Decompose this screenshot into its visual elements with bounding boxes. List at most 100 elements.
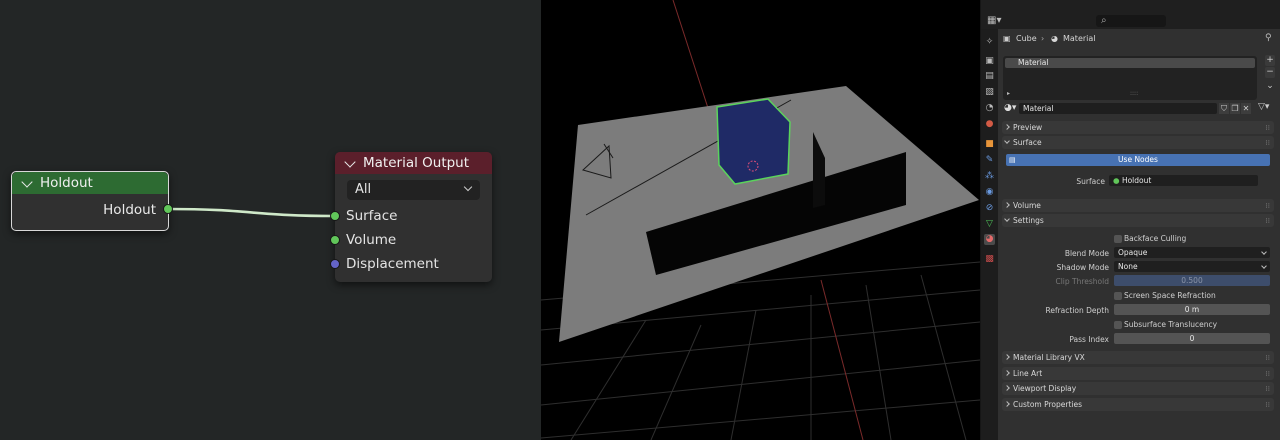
target-dropdown[interactable]: All <box>347 180 480 200</box>
volume-input-socket[interactable] <box>330 235 340 245</box>
custom-properties-panel-title: Custom Properties <box>1013 400 1083 409</box>
material-slot-name: Material <box>1018 58 1049 67</box>
surface-panel-header[interactable]: Surface ⁞⁞ <box>1002 136 1274 149</box>
holdout-node-header[interactable]: Holdout <box>12 172 168 194</box>
custom-properties-panel-header[interactable]: Custom Properties ⁞⁞ <box>1002 398 1274 411</box>
pass-index-value: 0 <box>1189 334 1195 343</box>
collapse-chevron-icon[interactable] <box>21 175 33 188</box>
drag-grip-icon[interactable]: ⁞⁞ <box>1266 122 1270 135</box>
chevron-down-icon <box>1261 263 1267 269</box>
viewport-scene[interactable] <box>541 0 980 440</box>
surface-shader-value: Holdout <box>1121 176 1152 185</box>
blend-mode-dropdown[interactable]: Opaque <box>1114 247 1270 258</box>
node-editor[interactable]: Holdout Holdout Material Output All Surf… <box>0 0 541 440</box>
holdout-output-label: Holdout <box>103 202 156 218</box>
physics-tab-icon[interactable]: ◉ <box>984 187 995 198</box>
drag-grip-icon[interactable]: ⁞⁞ <box>1266 399 1270 412</box>
drag-grip-icon[interactable]: ⁞⁞ <box>1266 200 1270 213</box>
pin-icon[interactable]: ⚲ <box>1265 33 1272 43</box>
line-art-panel-header[interactable]: Line Art ⁞⁞ <box>1002 367 1274 380</box>
drag-grip-icon[interactable]: ⁞⁞ <box>1266 215 1270 228</box>
world-tab-icon[interactable]: ● <box>984 119 995 130</box>
material-slot-list[interactable]: Material ▸ :::: <box>1003 56 1257 100</box>
3d-viewport[interactable] <box>541 0 980 440</box>
blend-mode-value: Opaque <box>1118 248 1148 257</box>
shadow-mode-value: None <box>1118 262 1138 271</box>
shadow-mode-dropdown[interactable]: None <box>1114 261 1270 272</box>
refraction-depth-label: Refraction Depth <box>1045 306 1109 315</box>
chevron-down-icon <box>1004 138 1010 144</box>
settings-panel-header[interactable]: Settings ⁞⁞ <box>1002 214 1274 227</box>
tool-tab-icon[interactable]: ✧ <box>984 37 995 48</box>
drag-grip-icon[interactable]: ⁞⁞ <box>1266 352 1270 365</box>
scene-tab-icon[interactable]: ◔ <box>984 103 995 114</box>
search-icon: ⌕ <box>1101 15 1107 26</box>
texture-tab-icon[interactable]: ▩ <box>984 254 995 265</box>
collapse-chevron-icon[interactable] <box>344 155 356 168</box>
add-slot-button[interactable]: + <box>1265 55 1275 66</box>
surface-shader-field[interactable]: ● Holdout <box>1109 175 1258 186</box>
clip-threshold-slider[interactable]: 0.500 <box>1114 275 1270 286</box>
material-library-panel-header[interactable]: Material Library VX ⁞⁞ <box>1002 351 1274 364</box>
backface-culling-label: Backface Culling <box>1124 234 1187 243</box>
displacement-input-label: Displacement <box>346 256 439 272</box>
refraction-depth-value: 0 m <box>1184 305 1200 314</box>
expand-triangle-icon[interactable]: ▸ <box>1007 90 1010 97</box>
volume-panel-header[interactable]: Volume ⁞⁞ <box>1002 199 1274 212</box>
drag-grip-icon[interactable]: ⁞⁞ <box>1266 368 1270 381</box>
render-tab-icon[interactable]: ▣ <box>984 56 995 67</box>
material-tab-icon[interactable]: ◕ <box>984 234 995 245</box>
properties-tabs: ✧ ▣ ▤ ▧ ◔ ● ■ ✎ ⁂ ◉ ⊘ ▽ ◕ ▩ <box>981 29 998 440</box>
refraction-depth-field[interactable]: 0 m <box>1114 304 1270 315</box>
material-library-panel-title: Material Library VX <box>1013 353 1085 362</box>
use-nodes-button[interactable]: ▤ Use Nodes <box>1006 154 1270 166</box>
use-nodes-label: Use Nodes <box>1118 155 1158 164</box>
x-axis-line-front <box>820 279 864 440</box>
slot-specials-menu-icon[interactable]: ⌄ <box>1265 81 1275 92</box>
viewport-display-panel-header[interactable]: Viewport Display ⁞⁞ <box>1002 382 1274 395</box>
pass-index-field[interactable]: 0 <box>1114 333 1270 344</box>
surface-input-label: Surface <box>346 208 398 224</box>
filter-icon[interactable]: ▽▾ <box>1258 102 1269 112</box>
remove-slot-button[interactable]: − <box>1265 67 1275 78</box>
material-name-field[interactable]: Material <box>1019 103 1217 114</box>
duplicate-material-icon[interactable]: ❐ <box>1230 103 1240 114</box>
pass-index-label: Pass Index <box>1069 335 1109 344</box>
modifier-tab-icon[interactable]: ✎ <box>984 155 995 166</box>
chevron-down-icon <box>1004 216 1010 222</box>
preview-panel-header[interactable]: Preview ⁞⁞ <box>1002 121 1274 134</box>
browse-material-icon[interactable]: ◕▾ <box>1004 103 1016 113</box>
particles-tab-icon[interactable]: ⁂ <box>984 171 995 182</box>
output-tab-icon[interactable]: ▤ <box>984 71 995 82</box>
material-output-node[interactable]: Material Output All Surface Volume Displ… <box>330 152 492 282</box>
drag-grip-icon[interactable]: ⁞⁞ <box>1266 137 1270 150</box>
editor-type-icon[interactable]: ▦▾ <box>987 15 1001 26</box>
fake-user-shield-icon[interactable]: ⛉ <box>1219 103 1229 114</box>
holdout-node[interactable]: Holdout Holdout <box>11 171 173 231</box>
chevron-right-icon <box>1004 401 1010 407</box>
surface-input-socket[interactable] <box>330 211 340 221</box>
material-output-node-header[interactable]: Material Output <box>335 152 492 174</box>
constraints-tab-icon[interactable]: ⊘ <box>984 203 995 214</box>
subsurface-translucency-checkbox[interactable] <box>1114 321 1122 329</box>
object-tab-icon[interactable]: ■ <box>984 139 995 150</box>
shadow-mode-label: Shadow Mode <box>1056 263 1109 272</box>
backface-culling-checkbox[interactable] <box>1114 235 1122 243</box>
shader-socket-icon: ● <box>1113 176 1120 185</box>
view-layer-tab-icon[interactable]: ▧ <box>984 87 995 98</box>
screen-space-refraction-checkbox[interactable] <box>1114 292 1122 300</box>
displacement-input-socket[interactable] <box>330 259 340 269</box>
blend-mode-label: Blend Mode <box>1064 249 1109 258</box>
unlink-material-icon[interactable]: ✕ <box>1241 103 1251 114</box>
settings-panel-title: Settings <box>1013 216 1044 225</box>
mesh-icon: ▣ <box>1003 34 1011 43</box>
material-slot-item[interactable]: Material <box>1005 58 1255 68</box>
data-tab-icon[interactable]: ▽ <box>984 219 995 230</box>
surface-shader-label: Surface <box>1076 177 1105 186</box>
holdout-output-socket[interactable] <box>163 204 173 214</box>
volume-input-label: Volume <box>346 232 397 248</box>
drag-grip-icon[interactable]: ⁞⁞ <box>1266 383 1270 396</box>
surface-panel-title: Surface <box>1013 138 1042 147</box>
clip-threshold-value: 0.500 <box>1181 276 1203 285</box>
list-resize-grip[interactable]: :::: <box>1130 90 1138 97</box>
